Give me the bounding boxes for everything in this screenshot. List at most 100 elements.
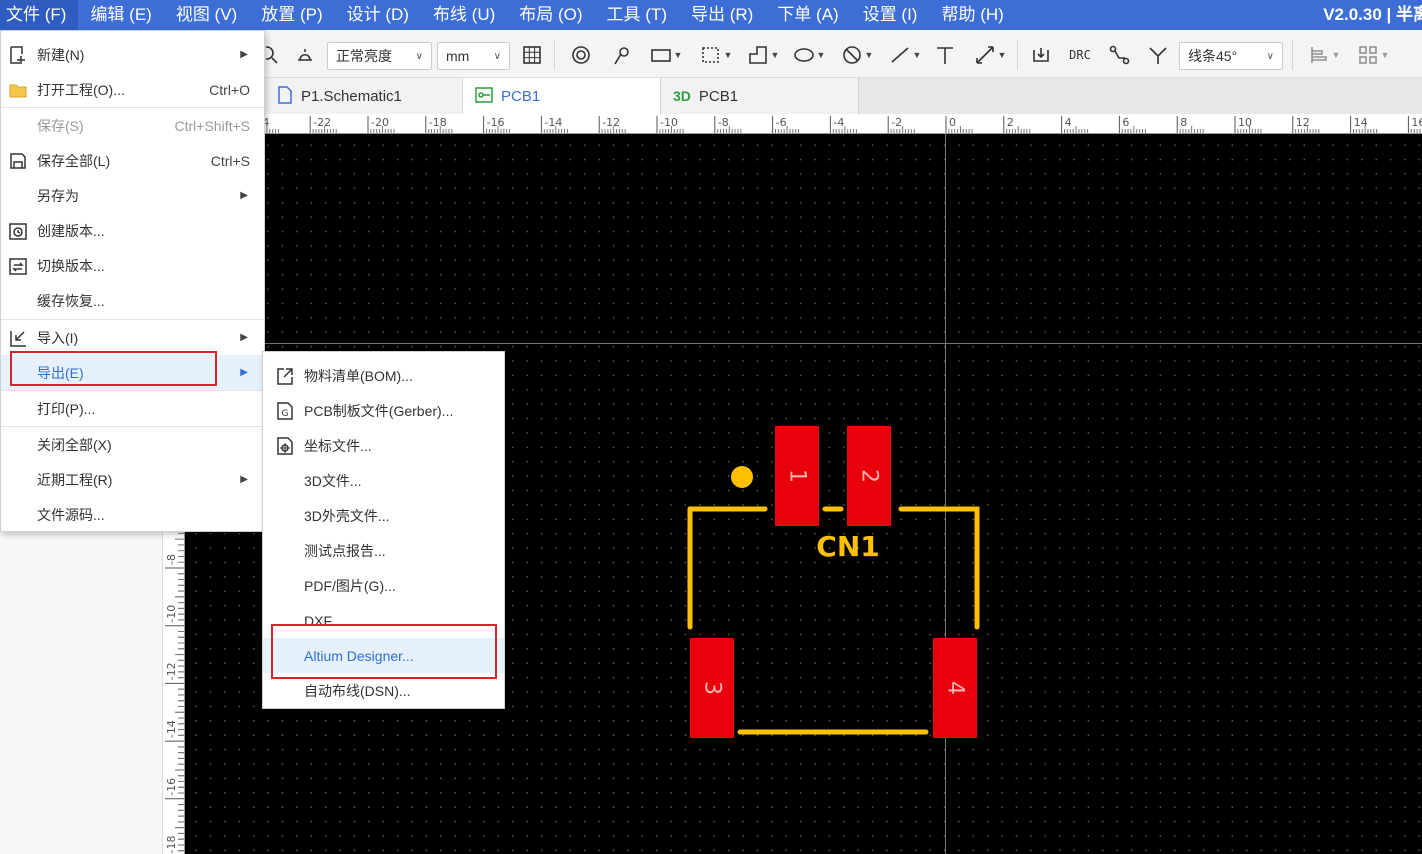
drc-button[interactable]: DRC (1064, 42, 1096, 68)
pad-4[interactable]: 4 (933, 638, 977, 738)
pad-2[interactable]: 2 (847, 426, 891, 526)
polygon-icon[interactable]: ▼ (743, 42, 783, 68)
menu-design[interactable]: 设计 (D) (335, 0, 421, 30)
ruler-tick-label: -2 (891, 116, 902, 129)
distribute-icon[interactable]: ▼ (1353, 42, 1393, 68)
ruler-tick-label: -16 (487, 116, 505, 129)
ellipse-icon[interactable]: ▼ (789, 42, 829, 68)
menu-item-shortcut: Ctrl+O (209, 81, 250, 98)
menu-help[interactable]: 帮助 (H) (929, 0, 1015, 30)
ruler-tick-label: -12 (602, 116, 620, 129)
menu-item-label: 导入(I) (37, 329, 79, 346)
tab-schematic[interactable]: P1.Schematic1 (265, 78, 463, 114)
ruler-tick-label: 8 (1180, 116, 1187, 129)
menu-item-file-source[interactable]: 文件源码... (1, 497, 264, 532)
tab-3d[interactable]: 3D PCB1 (661, 78, 859, 114)
pad-1[interactable]: 1 (775, 426, 819, 526)
menu-settings[interactable]: 设置 (I) (851, 0, 930, 30)
text-tool-icon[interactable] (932, 42, 958, 68)
create-version-icon (9, 223, 27, 240)
submenu-item-3d-enclosure[interactable]: 3D外壳文件... (263, 498, 504, 533)
ruler-tick-label: -8 (165, 554, 178, 565)
submenu-item-coordinate[interactable]: 坐标文件... (263, 428, 504, 463)
pin-icon[interactable] (608, 42, 634, 68)
grid-icon[interactable] (519, 42, 545, 68)
menu-view[interactable]: 视图 (V) (164, 0, 249, 30)
menu-tools[interactable]: 工具 (T) (595, 0, 679, 30)
submenu-arrow-icon: ▶ (240, 332, 248, 343)
menu-item-switch-version[interactable]: 切换版本... (1, 248, 264, 283)
menu-edit[interactable]: 编辑 (E) (78, 0, 163, 30)
ruler-tick-label: -8 (718, 116, 729, 129)
external-link-icon (277, 368, 293, 385)
ruler-tick-label: -14 (544, 116, 562, 129)
menu-item-save-all[interactable]: 保存全部(L) Ctrl+S (1, 143, 264, 178)
dimension-icon[interactable]: ▼ (970, 42, 1010, 68)
save-all-icon (10, 153, 26, 169)
brightness-select[interactable]: 正常亮度 ∨ (327, 42, 432, 70)
menu-item-close-all[interactable]: 关闭全部(X) (1, 427, 264, 462)
menu-item-create-version[interactable]: 创建版本... (1, 213, 264, 248)
menu-route[interactable]: 布线 (U) (421, 0, 507, 30)
submenu-item-3d-file[interactable]: 3D文件... (263, 463, 504, 498)
menu-item-shortcut: Ctrl+Shift+S (174, 117, 250, 134)
3d-icon: 3D (673, 88, 691, 104)
diff-pair-icon[interactable] (1145, 42, 1171, 68)
menu-order[interactable]: 下单 (A) (765, 0, 850, 30)
ruler-left: -8 -10 -12 -14 -16 -18 (163, 530, 185, 854)
ruler-tick-label: 4 (1065, 116, 1072, 129)
unit-value: mm (446, 48, 470, 64)
menu-item-print[interactable]: 打印(P)... (1, 391, 264, 426)
submenu-item-bom[interactable]: 物料清单(BOM)... (263, 358, 504, 393)
unit-select[interactable]: mm ∨ (437, 42, 510, 70)
zoom-icon[interactable] (266, 42, 280, 68)
pad-3[interactable]: 3 (690, 638, 734, 738)
menu-item-label: 缓存恢复... (37, 292, 105, 309)
submenu-item-label: 坐标文件... (304, 437, 372, 454)
menu-file[interactable]: 文件 (F) (0, 0, 79, 30)
submenu-item-label: 物料清单(BOM)... (304, 367, 413, 384)
ruler-tick-label: 16 (1411, 116, 1422, 129)
coordinate-file-icon (277, 437, 293, 455)
ruler-top: 24-22-20-18-16-14-12-10-8-6-4-2024681012… (265, 114, 1422, 134)
menu-item-label: 另存为 (37, 187, 79, 204)
no-connect-icon[interactable]: ▼ (837, 42, 877, 68)
brightness-icon[interactable] (292, 42, 318, 68)
submenu-arrow-icon: ▶ (240, 49, 248, 60)
align-icon[interactable]: ▼ (1304, 42, 1344, 68)
tab-pcb[interactable]: PCB1 (463, 78, 661, 114)
menu-layout[interactable]: 布局 (O) (507, 0, 594, 30)
menu-item-label: 打印(P)... (37, 400, 96, 417)
submenu-item-gerber[interactable]: G PCB制板文件(Gerber)... (263, 393, 504, 428)
menu-place[interactable]: 放置 (P) (249, 0, 334, 30)
route-icon[interactable] (1106, 42, 1132, 68)
ruler-tick-label: -18 (429, 116, 447, 129)
rect-tool-icon[interactable]: ▼ (646, 42, 686, 68)
pad-4-number: 4 (943, 681, 968, 695)
highlight-box-altium (271, 624, 497, 679)
routing-mode-select[interactable]: 线条45° ∨ (1179, 42, 1283, 70)
tab-label: PCB1 (501, 87, 541, 105)
menu-export[interactable]: 导出 (R) (679, 0, 765, 30)
line-tool-icon[interactable]: ▼ (885, 42, 925, 68)
menu-item-recent-projects[interactable]: 近期工程(R) ▶ (1, 462, 264, 497)
via-icon[interactable] (568, 42, 594, 68)
menu-item-new[interactable]: 新建(N) ▶ (1, 37, 264, 72)
ruler-tick-label: 6 (1122, 116, 1129, 129)
menu-item-import[interactable]: 导入(I) ▶ (1, 320, 264, 355)
menu-item-cache-restore[interactable]: 缓存恢复... (1, 283, 264, 318)
submenu-item-label: PDF/图片(G)... (304, 577, 396, 594)
submenu-item-pdf-image[interactable]: PDF/图片(G)... (263, 568, 504, 603)
ruler-tick-label: -10 (660, 116, 678, 129)
submenu-item-test-point-report[interactable]: 测试点报告... (263, 533, 504, 568)
dashed-rect-icon[interactable]: ▼ (696, 42, 736, 68)
brightness-value: 正常亮度 (336, 48, 392, 64)
menu-item-save[interactable]: 保存(S) Ctrl+Shift+S (1, 108, 264, 143)
refresh-icon[interactable] (1028, 42, 1054, 68)
menu-item-save-as[interactable]: 另存为 ▶ (1, 178, 264, 213)
pad-2-number: 2 (857, 469, 882, 483)
component-designator[interactable]: CN1 (816, 530, 879, 563)
submenu-item-label: PCB制板文件(Gerber)... (304, 402, 454, 419)
highlight-box-export (10, 351, 217, 386)
menu-item-open-project[interactable]: 打开工程(O)... Ctrl+O (1, 72, 264, 107)
